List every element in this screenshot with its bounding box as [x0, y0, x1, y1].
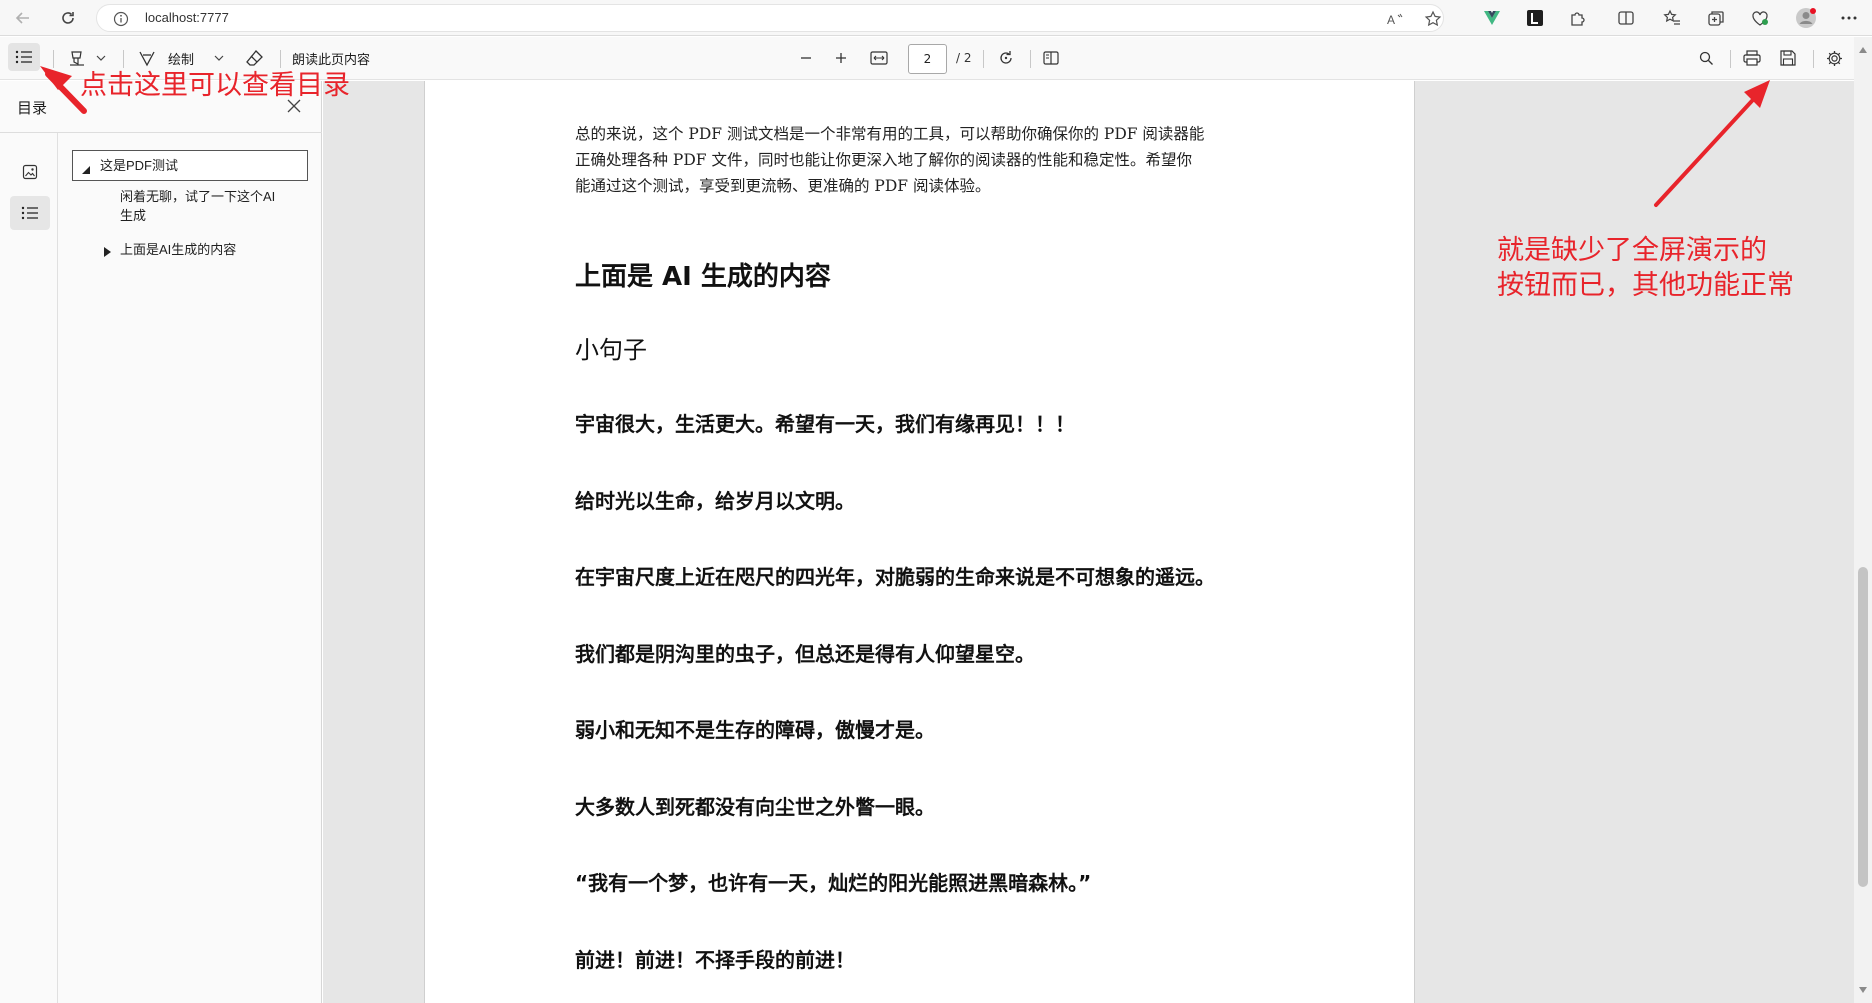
fit-width-icon — [870, 51, 888, 65]
subsection-heading: 小句子 — [575, 336, 647, 364]
paragraph-line: 能通过这个测试，享受到更流畅、更准确的 PDF 阅读体验。 — [575, 177, 991, 195]
toolbar-divider — [53, 50, 54, 68]
pdf-page: 总的来说，这个 PDF 测试文档是一个非常有用的工具，可以帮助你确保你的 PDF… — [424, 81, 1415, 1003]
collections-icon[interactable] — [1704, 6, 1728, 30]
toc-item-label: 上面是AI生成的内容 — [120, 242, 237, 257]
zoom-out-button[interactable] — [795, 44, 817, 72]
document-viewport[interactable]: 总的来说，这个 PDF 测试文档是一个非常有用的工具，可以帮助你确保你的 PDF… — [323, 81, 1854, 1003]
pen-icon — [138, 49, 156, 67]
profile-avatar-icon[interactable] — [1794, 6, 1818, 30]
toc-item-label: 闲着无聊，试了一下这个AI — [120, 189, 276, 204]
search-button[interactable] — [1693, 44, 1719, 72]
search-icon — [1699, 51, 1714, 66]
highlighter-icon — [69, 50, 85, 66]
draw-label: 绘制 — [168, 51, 195, 67]
rotate-button[interactable] — [993, 44, 1019, 72]
save-disk-icon — [1780, 50, 1796, 66]
paragraph: 总的来说，这个 PDF 测试文档是一个非常有用的工具，可以帮助你确保你的 PDF… — [575, 121, 1275, 199]
chevron-down-icon — [214, 55, 224, 61]
sidebar-title: 目录 — [17, 99, 48, 117]
page-total: / 2 — [956, 51, 972, 65]
expand-arrow-icon[interactable] — [103, 243, 113, 257]
toc-item-root[interactable]: 这是PDF测试 — [72, 150, 308, 181]
arrow-left-icon — [14, 9, 32, 27]
settings-button[interactable] — [1820, 44, 1848, 72]
scrollbar-thumb[interactable] — [1858, 567, 1868, 887]
quote-line: 弱小和无知不是生存的障碍，傲慢才是。 — [575, 718, 935, 742]
site-info-icon[interactable] — [113, 11, 129, 31]
thumbnails-tab[interactable] — [10, 155, 50, 189]
scroll-down-arrow-icon[interactable] — [1859, 987, 1867, 993]
collapse-arrow-icon[interactable] — [81, 161, 91, 174]
toc-toggle-button[interactable] — [8, 43, 40, 71]
favorite-star-icon[interactable] — [1420, 10, 1446, 28]
eraser-icon — [246, 50, 264, 66]
outline-tab[interactable] — [10, 196, 50, 230]
annotation-fullscreen-note: 就是缺少了全屏演示的 按钮而已，其他功能正常 — [1497, 233, 1794, 303]
zoom-in-button[interactable] — [830, 44, 852, 72]
reload-button[interactable] — [55, 5, 81, 31]
toolbar-divider — [1813, 50, 1814, 68]
list-icon — [21, 206, 39, 220]
favorites-list-icon[interactable] — [1660, 6, 1684, 30]
quote-line: 给时光以生命，给岁月以文明。 — [575, 489, 855, 513]
minus-icon — [800, 52, 812, 64]
toolbar-divider — [123, 50, 124, 68]
toc-item-ai-content[interactable]: 上面是AI生成的内容 — [100, 239, 310, 261]
annotation-line: 就是缺少了全屏演示的 — [1497, 235, 1767, 266]
page-number-input[interactable]: 2 — [908, 44, 947, 74]
quote-line: 大多数人到死都没有向尘世之外瞥一眼。 — [575, 795, 935, 819]
toolbar-divider — [983, 50, 984, 68]
annotation-line: 按钮而已，其他功能正常 — [1497, 270, 1794, 301]
two-page-view-icon — [1043, 50, 1059, 66]
quote-line: 我们都是阴沟里的虫子，但总还是得有人仰望星空。 — [575, 642, 1035, 666]
fit-to-width-button[interactable] — [866, 44, 892, 72]
plus-icon — [835, 52, 847, 64]
quote-line: 宇宙很大，生活更大。希望有一天，我们有缘再见！！！ — [575, 412, 1075, 436]
rotate-icon — [998, 50, 1014, 66]
quote-line: 在宇宙尺度上近在咫尺的四光年，对脆弱的生命来说是不可想象的遥远。 — [575, 565, 1215, 589]
quote-line: 前进！前进！不择手段的前进！ — [575, 948, 855, 972]
read-aloud-icon[interactable]: A — [1383, 10, 1409, 28]
browser-essentials-icon[interactable] — [1748, 6, 1772, 30]
chevron-down-icon — [96, 55, 106, 61]
section-heading: 上面是 AI 生成的内容 — [575, 262, 831, 292]
annotation-toc-hint: 点击这里可以查看目录 — [80, 70, 350, 101]
toolbar-divider — [1030, 50, 1031, 68]
toc-item-label: 生成 — [120, 208, 147, 223]
scroll-up-arrow-icon[interactable] — [1859, 47, 1867, 53]
list-icon — [15, 50, 33, 64]
toc-sidebar: 目录 这是PDF测试 闲着无聊，试了一下这个AI 生成 上面是AI生成的内容 — [0, 81, 322, 1003]
paragraph-line: 正确处理各种 PDF 文件，同时也能让你更深入地了解你的阅读器的性能和稳定性。希… — [575, 151, 1192, 169]
svg-text:A: A — [1387, 13, 1395, 26]
url-text[interactable]: localhost:7777 — [145, 10, 229, 25]
vue-devtools-icon[interactable] — [1480, 6, 1504, 30]
extension-l-icon[interactable] — [1523, 6, 1547, 30]
page-view-button[interactable] — [1038, 44, 1064, 72]
print-button[interactable] — [1738, 44, 1766, 72]
save-button[interactable] — [1774, 44, 1802, 72]
gear-icon — [1826, 50, 1843, 67]
quote-line: “我有一个梦，也许有一天，灿烂的阳光能照进黑暗森林。” — [575, 871, 1092, 895]
image-icon — [22, 164, 38, 180]
split-screen-icon[interactable] — [1614, 6, 1638, 30]
extensions-puzzle-icon[interactable] — [1566, 6, 1590, 30]
sidebar-rail — [0, 133, 58, 1003]
address-bar[interactable]: localhost:7777 A — [96, 4, 1444, 32]
toolbar-divider — [280, 50, 281, 68]
vertical-scrollbar[interactable] — [1854, 37, 1872, 1003]
reload-icon — [59, 9, 77, 27]
more-options-icon[interactable] — [1837, 6, 1861, 30]
toc-item-label: 这是PDF测试 — [100, 158, 179, 173]
toc-item-intro[interactable]: 闲着无聊，试了一下这个AI 生成 — [120, 187, 310, 225]
paragraph-line: 总的来说，这个 PDF 测试文档是一个非常有用的工具，可以帮助你确保你的 PDF… — [575, 125, 1205, 143]
read-aloud-label: 朗读此页内容 — [292, 51, 371, 67]
back-button[interactable] — [10, 5, 36, 31]
toolbar-divider — [1730, 50, 1731, 68]
browser-toolbar: localhost:7777 A — [0, 0, 1872, 36]
printer-icon — [1743, 50, 1761, 66]
